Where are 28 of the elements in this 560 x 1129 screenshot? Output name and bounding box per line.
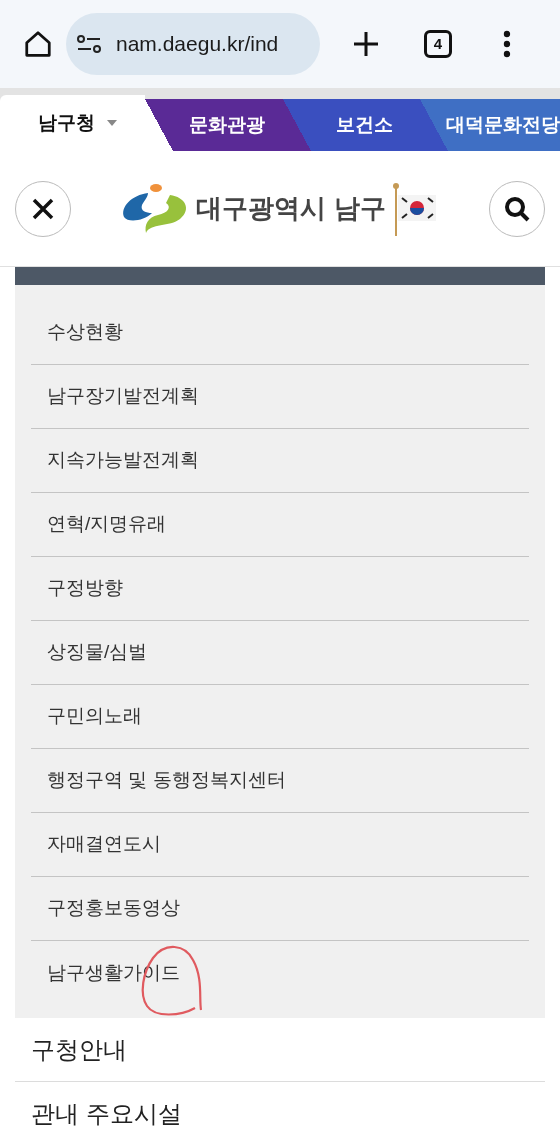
submenu-link[interactable]: 연혁/지명유래 bbox=[47, 510, 167, 539]
plus-icon bbox=[353, 31, 379, 57]
site-tab[interactable]: 문화관광 bbox=[145, 99, 283, 151]
caret-icon bbox=[107, 120, 117, 126]
url-text: nam.daegu.kr/ind bbox=[116, 31, 279, 58]
home-icon bbox=[23, 29, 53, 59]
site-tab[interactable]: 대덕문화전당 bbox=[420, 99, 560, 151]
more-button[interactable] bbox=[502, 29, 512, 59]
submenu-link[interactable]: 구정방향 bbox=[47, 574, 123, 603]
submenu-link[interactable]: 자매결연도시 bbox=[47, 830, 161, 859]
search-icon bbox=[503, 194, 531, 223]
address-bar[interactable]: nam.daegu.kr/ind bbox=[66, 13, 320, 75]
submenu-link[interactable]: 구민의노래 bbox=[47, 702, 142, 731]
menu-link[interactable]: 구청안내 bbox=[31, 1031, 127, 1068]
tab-count-button[interactable]: 4 bbox=[424, 30, 452, 58]
submenu-link[interactable]: 남구장기발전계획 bbox=[47, 382, 199, 411]
more-icon bbox=[503, 30, 511, 58]
submenu-link[interactable]: 행정구역 및 동행정복지센터 bbox=[47, 766, 286, 795]
close-icon bbox=[32, 197, 54, 220]
logo-text: 대구광역시 남구 bbox=[196, 192, 386, 225]
submenu-link[interactable]: 지속가능발전계획 bbox=[47, 446, 199, 475]
submenu-link[interactable]: 상징물/심벌 bbox=[47, 638, 148, 667]
site-settings-icon bbox=[76, 34, 102, 54]
menu-link[interactable]: 관내 주요시설 bbox=[31, 1096, 182, 1129]
site-tab[interactable]: 보건소 bbox=[283, 99, 420, 151]
submenu-link[interactable]: 수상현황 bbox=[47, 318, 123, 347]
submenu-link[interactable]: 구정홍보동영상 bbox=[47, 894, 180, 923]
site-tab[interactable]: 남구청 bbox=[0, 95, 145, 151]
